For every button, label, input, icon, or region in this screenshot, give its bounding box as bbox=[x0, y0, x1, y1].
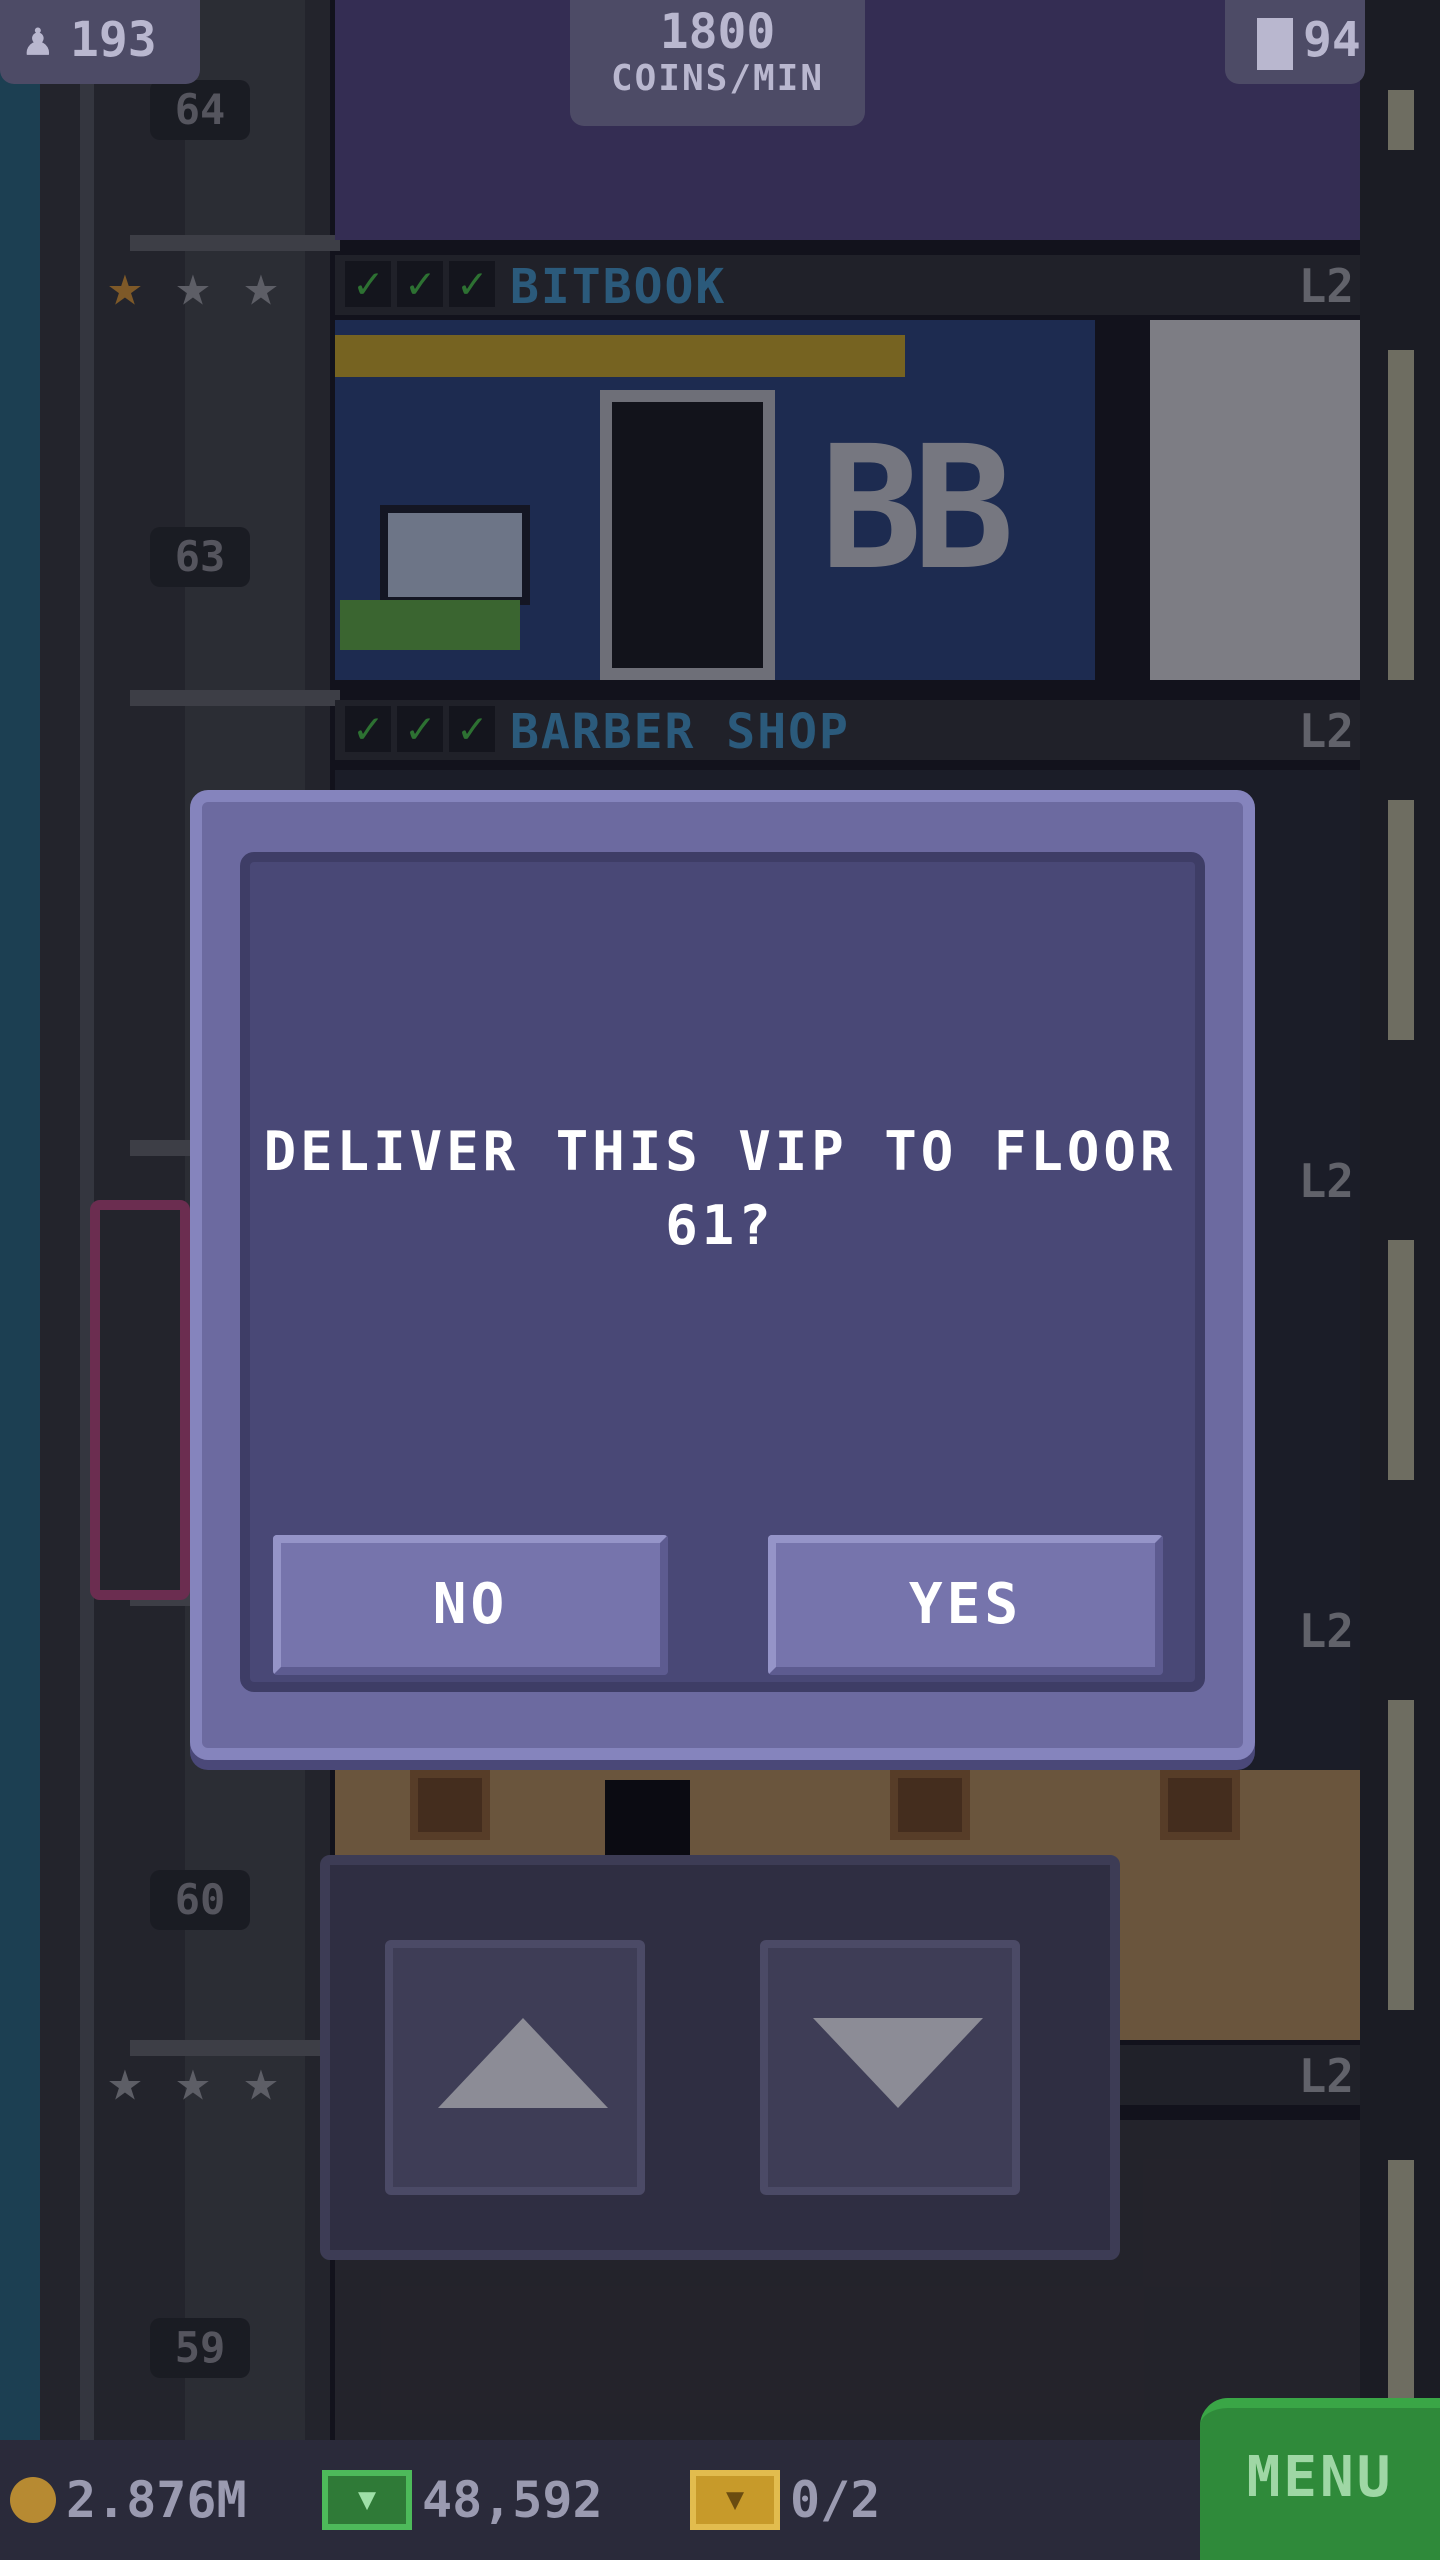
elevator-up-button[interactable] bbox=[385, 1940, 645, 2195]
population-value: 193 bbox=[70, 12, 157, 68]
coins-value: 2.876M bbox=[66, 2471, 247, 2529]
yes-button[interactable]: YES bbox=[768, 1535, 1163, 1675]
coin-rate-counter: 1800 COINS/MIN bbox=[570, 0, 865, 126]
dialog-message-line2: 61? bbox=[665, 1194, 775, 1257]
ticket-icon: ▼ bbox=[690, 2470, 780, 2530]
floor-counter[interactable]: 94 bbox=[1225, 0, 1365, 84]
building-icon bbox=[1257, 18, 1293, 70]
coin-rate-value: 1800 bbox=[659, 4, 776, 60]
coin-icon bbox=[10, 2477, 56, 2523]
population-counter[interactable]: ♟ 193 bbox=[0, 0, 200, 84]
dialog-message-line1: DELIVER THIS VIP TO FLOOR bbox=[263, 1120, 1177, 1183]
bux-icon: ▼ bbox=[322, 2470, 412, 2530]
arrow-down-icon bbox=[813, 2018, 983, 2108]
dialog-message: DELIVER THIS VIP TO FLOOR 61? bbox=[0, 1115, 1440, 1263]
menu-button[interactable]: MENU bbox=[1200, 2398, 1440, 2560]
elevator-down-button[interactable] bbox=[760, 1940, 1020, 2195]
bux-value: 48,592 bbox=[422, 2471, 603, 2529]
tickets-value: 0/2 bbox=[790, 2471, 881, 2529]
population-icon: ♟ bbox=[24, 12, 52, 66]
no-button[interactable]: NO bbox=[273, 1535, 668, 1675]
coins-stat: 2.876M bbox=[10, 2470, 247, 2530]
tickets-stat[interactable]: ▼ 0/2 bbox=[690, 2470, 880, 2530]
bux-stat[interactable]: ▼ 48,592 bbox=[322, 2470, 603, 2530]
coin-rate-unit: COINS/MIN bbox=[610, 58, 825, 99]
floor-count-value: 94 bbox=[1303, 12, 1361, 68]
arrow-up-icon bbox=[438, 2018, 608, 2108]
